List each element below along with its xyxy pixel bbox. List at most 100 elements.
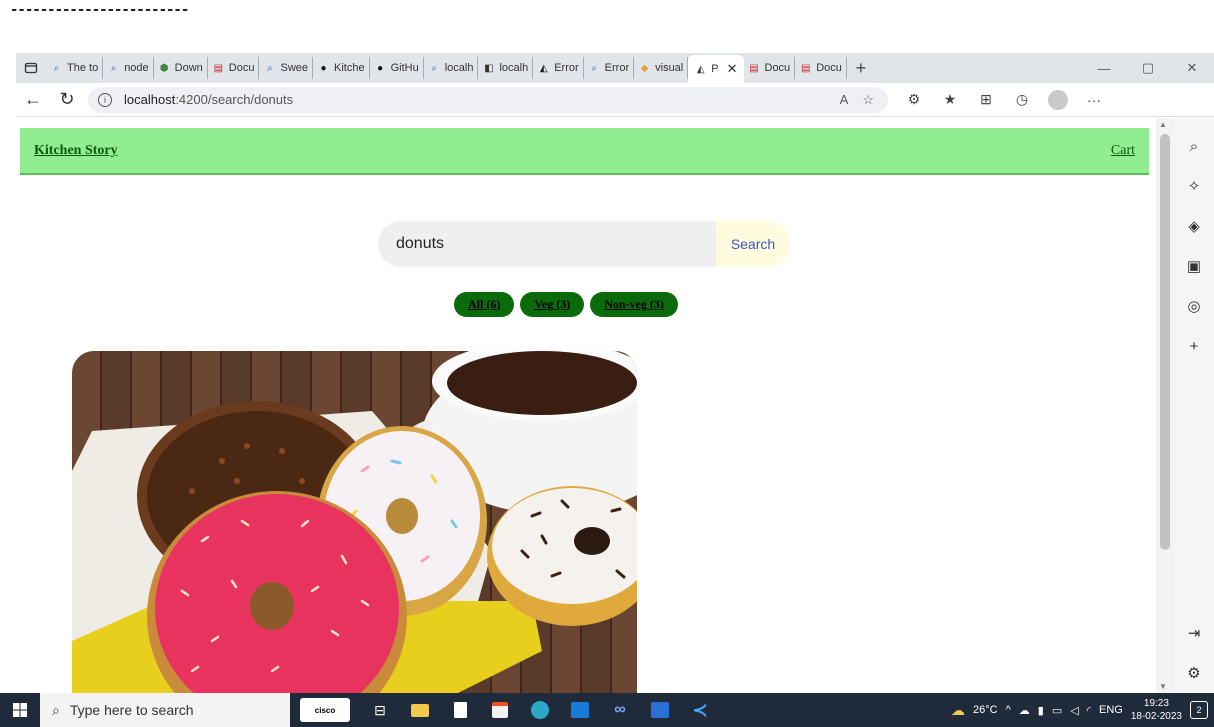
- weather-icon[interactable]: ☁: [951, 702, 965, 719]
- browser-tab[interactable]: ▤ Docu: [744, 57, 796, 79]
- tray-chevron-icon[interactable]: ^: [1006, 704, 1011, 716]
- cart-link[interactable]: Cart: [1111, 143, 1135, 159]
- collections-icon[interactable]: ⊞: [968, 83, 1004, 117]
- outlook-icon[interactable]: ▣: [1174, 246, 1214, 286]
- favorite-add-icon[interactable]: ☆: [862, 92, 874, 108]
- browser-tab[interactable]: ⌕ The to: [46, 57, 104, 79]
- tab-label: visual: [655, 62, 684, 74]
- browser-tab[interactable]: ▤ Docu: [795, 57, 847, 79]
- more-menu-icon[interactable]: ···: [1076, 83, 1112, 117]
- angular-icon: ◭: [539, 62, 548, 74]
- new-tab-button[interactable]: +: [847, 58, 875, 79]
- browser-tab[interactable]: ⌕ Error: [584, 57, 635, 79]
- scroll-up-icon[interactable]: ▲: [1159, 120, 1167, 129]
- browser-tab[interactable]: ◭ Error: [533, 57, 584, 79]
- notification-center-button[interactable]: 2: [1190, 701, 1208, 719]
- tab-label: Swee: [280, 62, 309, 74]
- taskbar-search[interactable]: ⌕ Type here to search: [40, 693, 290, 727]
- back-arrow-icon: ←: [24, 89, 42, 109]
- weather-temp[interactable]: 26°C: [973, 704, 998, 716]
- filter-non-veg[interactable]: Non-veg (3): [590, 292, 678, 317]
- discover-icon[interactable]: ✧: [1174, 166, 1214, 206]
- browser-tab[interactable]: ⌕ node: [103, 57, 154, 79]
- scroll-down-icon[interactable]: ▼: [1159, 682, 1167, 691]
- close-window-button[interactable]: ✕: [1170, 53, 1214, 83]
- restore-button[interactable]: ▢: [1126, 53, 1170, 83]
- vscode-icon[interactable]: ≺: [680, 693, 720, 727]
- search-icon[interactable]: ⌕: [1174, 126, 1214, 166]
- volume-icon[interactable]: ◁: [1070, 704, 1078, 717]
- word-icon[interactable]: [640, 693, 680, 727]
- onedrive-icon[interactable]: ☁: [1019, 704, 1030, 717]
- back-button[interactable]: ←: [16, 83, 50, 117]
- browser-tab[interactable]: ⌕ Swee: [259, 57, 314, 79]
- language-indicator[interactable]: ENG: [1099, 704, 1123, 716]
- shopping-icon[interactable]: ◈: [1174, 206, 1214, 246]
- start-button[interactable]: [0, 693, 40, 727]
- browser-tab[interactable]: ● GitHu: [370, 57, 424, 79]
- search-bar: Search: [378, 221, 790, 267]
- browser-tab[interactable]: ◧ localh: [478, 57, 534, 79]
- file-explorer-icon[interactable]: [400, 693, 440, 727]
- page-scrollbar[interactable]: ▲ ▼: [1156, 118, 1174, 693]
- network-icon[interactable]: ◜: [1087, 704, 1091, 717]
- site-info-icon[interactable]: i: [98, 92, 112, 107]
- browser-tab[interactable]: ⬢ Down: [154, 57, 208, 79]
- tab-label: Kitche: [334, 62, 365, 74]
- site-header: Kitchen Story Cart: [20, 128, 1149, 175]
- search-button[interactable]: Search: [716, 221, 790, 267]
- window-controls: — ▢ ✕: [1082, 53, 1214, 83]
- browser-tab-active[interactable]: ◭ P ✕: [688, 55, 744, 83]
- webex-icon[interactable]: ∞: [600, 693, 640, 727]
- notepad-icon[interactable]: [440, 693, 480, 727]
- recipe-card-image[interactable]: [72, 351, 637, 693]
- tab-actions-icon: [24, 62, 38, 74]
- url-field[interactable]: i localhost:4200/search/donuts A ☆: [88, 86, 888, 113]
- filter-chips: All (6) Veg (3) Non-veg (3): [454, 292, 678, 317]
- top-dashes: ------------------------: [10, 2, 189, 18]
- history-icon[interactable]: ◷: [1004, 83, 1040, 117]
- clock[interactable]: 19:23 18-02-2023: [1131, 697, 1182, 723]
- browser-tab[interactable]: ▤ Docu: [208, 57, 260, 79]
- brand-link[interactable]: Kitchen Story: [34, 143, 118, 159]
- settings-icon[interactable]: ⚙: [1174, 653, 1214, 693]
- usb-icon[interactable]: ▮: [1038, 704, 1044, 717]
- tab-label: Docu: [228, 62, 255, 74]
- extensions-icon[interactable]: ⚙: [896, 83, 932, 117]
- taskbar-search-placeholder: Type here to search: [69, 702, 194, 718]
- read-aloud-icon[interactable]: A: [840, 92, 849, 108]
- close-tab-icon[interactable]: ✕: [727, 61, 738, 77]
- edge-icon[interactable]: [520, 693, 560, 727]
- tab-label: Error: [554, 62, 579, 74]
- tab-actions-button[interactable]: [16, 53, 46, 83]
- page-icon: ◧: [484, 62, 494, 74]
- filter-all[interactable]: All (6): [454, 292, 515, 317]
- tab-label: P: [711, 63, 719, 75]
- browser-tab[interactable]: ◆ visual: [634, 57, 689, 79]
- battery-icon[interactable]: ▭: [1052, 704, 1062, 717]
- system-tray: ☁ 26°C ^ ☁ ▮ ▭ ◁ ◜ ENG 19:23 18-02-2023 …: [951, 693, 1214, 727]
- browser-tab[interactable]: ⌕ localh: [424, 57, 479, 79]
- favorites-icon[interactable]: ★: [932, 83, 968, 117]
- pdf-icon: ▤: [213, 62, 224, 74]
- outlook-taskbar-icon[interactable]: [560, 693, 600, 727]
- clock-date: 18-02-2023: [1130, 711, 1182, 722]
- edge-sidebar: ⌕ ✧ ◈ ▣ ◎ + ⇥ ⚙: [1174, 118, 1214, 693]
- search-input[interactable]: [378, 221, 716, 267]
- profile-button[interactable]: [1040, 83, 1076, 117]
- scroll-thumb[interactable]: [1160, 134, 1170, 550]
- search-icon: ⌕: [110, 62, 117, 74]
- task-view-icon[interactable]: ⊟: [360, 693, 400, 727]
- store-icon[interactable]: [480, 693, 520, 727]
- add-app-icon[interactable]: +: [1174, 326, 1214, 366]
- browser-tab[interactable]: ● Kitche: [313, 57, 370, 79]
- sidebar-toggle-icon[interactable]: ⇥: [1174, 613, 1214, 653]
- url-host: localhost: [124, 92, 176, 107]
- whatsapp-icon[interactable]: ◎: [1174, 286, 1214, 326]
- minimize-button[interactable]: —: [1082, 53, 1126, 83]
- search-icon: ⌕: [53, 62, 60, 74]
- cisco-app[interactable]: cisco: [300, 698, 350, 722]
- refresh-button[interactable]: ↻: [50, 83, 84, 117]
- tab-label: localh: [499, 62, 529, 74]
- filter-veg[interactable]: Veg (3): [520, 292, 585, 317]
